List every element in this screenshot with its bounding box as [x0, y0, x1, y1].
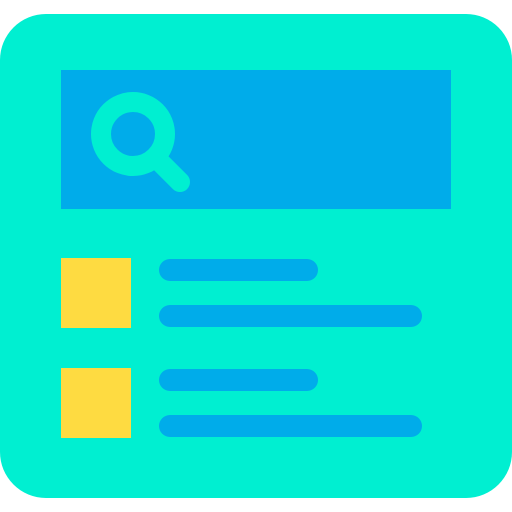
result-description-line — [159, 415, 422, 437]
search-results-page-icon — [0, 14, 512, 498]
result-title-line — [159, 369, 318, 391]
result-thumbnail — [61, 258, 131, 328]
result-description-line — [159, 305, 422, 327]
result-thumbnail — [61, 368, 131, 438]
result-title-line — [159, 259, 318, 281]
search-banner[interactable] — [61, 70, 451, 209]
